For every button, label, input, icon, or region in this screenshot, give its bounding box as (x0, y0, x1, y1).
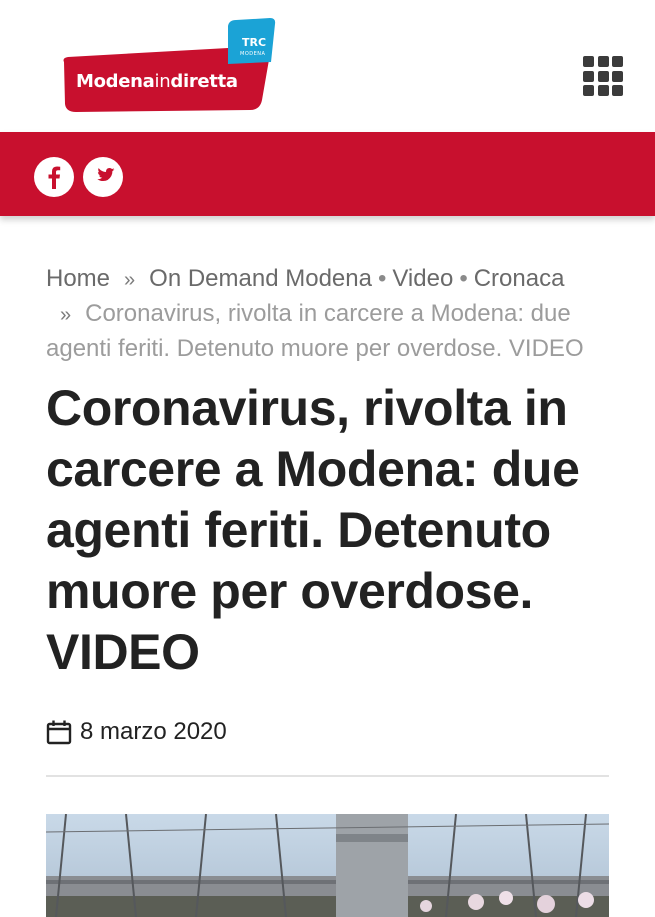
twitter-icon[interactable] (83, 157, 123, 197)
breadcrumb-dot: • (459, 265, 468, 292)
site-header: Modenaindiretta TRC MODENA (0, 0, 655, 132)
article-title: Coronavirus, rivolta in carcere a Modena… (46, 380, 580, 680)
breadcrumb-on-demand[interactable]: On Demand Modena (149, 265, 372, 292)
calendar-icon (46, 720, 72, 745)
date-text: 8 marzo 2020 (80, 718, 227, 745)
breadcrumb-current: Coronavirus, rivolta in carcere a Modena… (46, 300, 584, 362)
breadcrumb: Home» On Demand Modena • Video • Cronaca» Coro… (46, 262, 616, 365)
breadcrumb-dot: • (377, 265, 387, 292)
breadcrumb-home[interactable]: Home (46, 265, 110, 292)
breadcrumb-separator: » (124, 269, 136, 291)
video-thumbnail[interactable] (46, 814, 609, 917)
divider (46, 775, 609, 777)
logo-shape (63, 18, 276, 112)
logo-badge-sub: MODENA (240, 51, 266, 57)
article-date: 8 marzo 2020 (46, 716, 227, 748)
breadcrumb-video[interactable]: Video (392, 265, 453, 292)
video-frame-image (46, 814, 609, 917)
social-bar (0, 132, 655, 216)
logo-wordmark: Modenaindiretta (76, 71, 238, 92)
logo-badge: TRC (242, 36, 267, 49)
breadcrumb-separator: » (60, 304, 72, 326)
grid-menu-icon[interactable] (583, 56, 625, 98)
breadcrumb-cronaca[interactable]: Cronaca (474, 265, 565, 292)
facebook-icon[interactable] (34, 157, 74, 197)
site-logo[interactable]: Modenaindiretta TRC MODENA (58, 18, 276, 114)
